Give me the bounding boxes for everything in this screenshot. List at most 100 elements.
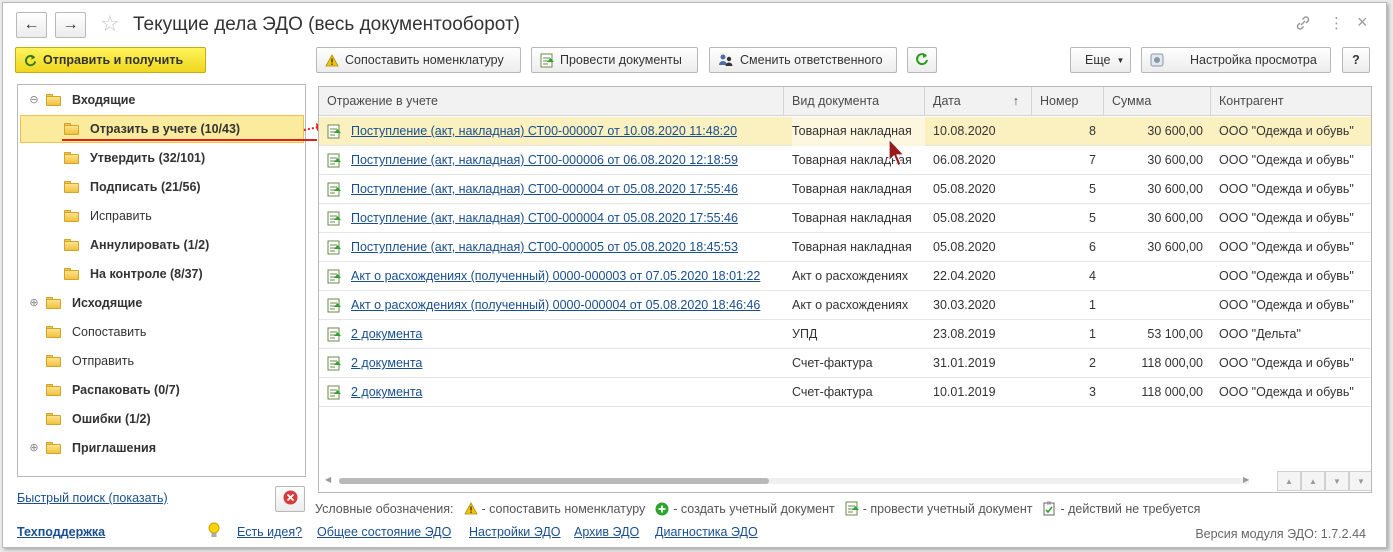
table-row[interactable]: 2 документа Счет-фактура 31.01.2019 2 118 00… bbox=[319, 349, 1371, 378]
tree-item-control[interactable]: На контроле (8/37) bbox=[64, 259, 203, 288]
table-row[interactable]: Акт о расхождениях (полученный) 0000-000… bbox=[319, 262, 1371, 291]
scroll-down-button[interactable]: ▼ bbox=[1325, 471, 1349, 491]
table-row[interactable]: Поступление (акт, накладная) СТ00-000004… bbox=[319, 175, 1371, 204]
post-document-icon bbox=[327, 385, 341, 400]
idea-link[interactable]: Есть идея? bbox=[237, 525, 302, 539]
table-row[interactable]: Поступление (акт, накладная) СТ00-000006… bbox=[319, 146, 1371, 175]
tree-item-label: Приглашения bbox=[72, 440, 156, 455]
doc-link[interactable]: Поступление (акт, накладная) СТ00-000004… bbox=[351, 204, 781, 233]
folder-icon bbox=[46, 354, 62, 367]
doc-link[interactable]: 2 документа bbox=[351, 378, 781, 407]
doc-sum: 118 000,00 bbox=[1141, 385, 1203, 399]
doc-sum bbox=[1104, 291, 1203, 320]
doc-sum: 118 000,00 bbox=[1141, 356, 1203, 370]
edo-diagnostics-link[interactable]: Диагностика ЭДО bbox=[655, 525, 758, 539]
scroll-up-button[interactable]: ▲ bbox=[1301, 471, 1325, 491]
tree-item-match[interactable]: Сопоставить bbox=[46, 317, 146, 346]
back-button[interactable]: ← bbox=[16, 12, 47, 38]
help-button[interactable]: ? bbox=[1342, 47, 1370, 73]
tree-item-fix[interactable]: Исправить bbox=[64, 201, 152, 230]
folder-icon bbox=[46, 325, 62, 338]
column-header-counterparty[interactable]: Контрагент bbox=[1211, 87, 1371, 116]
tree-item-approve[interactable]: Утвердить (32/101) bbox=[64, 143, 205, 172]
counterparty: ООО "Одежда и обувь" bbox=[1219, 153, 1354, 167]
doc-link[interactable]: Поступление (акт, накладная) СТ00-000005… bbox=[351, 233, 781, 262]
forward-button[interactable]: → bbox=[55, 12, 86, 38]
match-nomenclature-button[interactable]: Сопоставить номенклатуру bbox=[316, 47, 521, 73]
table-row[interactable]: 2 документа Счет-фактура 10.01.2019 3 118 00… bbox=[319, 378, 1371, 407]
doc-date: 05.08.2020 bbox=[933, 240, 996, 254]
column-header-reflection[interactable]: Отражение в учете bbox=[319, 87, 784, 116]
folder-icon bbox=[64, 238, 80, 251]
post-documents-button[interactable]: Провести документы bbox=[531, 47, 698, 73]
table-row[interactable]: Поступление (акт, накладная) СТ00-000004… bbox=[319, 204, 1371, 233]
table-row[interactable]: Акт о расхождениях (полученный) 0000-000… bbox=[319, 291, 1371, 320]
tree-item-outgoing[interactable]: Исходящие bbox=[46, 288, 142, 317]
quick-search-link[interactable]: Быстрый поиск (показать) bbox=[17, 491, 168, 505]
tree-item-reflect-accounting[interactable]: Отразить в учете (10/43) bbox=[64, 114, 240, 143]
tree-item-errors[interactable]: Ошибки (1/2) bbox=[46, 404, 151, 433]
scroll-thumb[interactable] bbox=[339, 478, 769, 484]
more-menu-icon[interactable]: ⋮ bbox=[1329, 15, 1344, 33]
change-responsible-button[interactable]: Сменить ответственного bbox=[709, 47, 897, 73]
doc-link[interactable]: 2 документа bbox=[351, 320, 781, 349]
refresh-icon bbox=[24, 54, 37, 67]
doc-number: 3 bbox=[1089, 385, 1096, 399]
column-header-date[interactable]: Дата ↑ bbox=[925, 87, 1032, 116]
doc-sum bbox=[1104, 262, 1203, 291]
tree-item-incoming[interactable]: Входящие bbox=[46, 85, 135, 114]
edo-status-link[interactable]: Общее состояние ЭДО bbox=[317, 525, 451, 539]
tree-item-annul[interactable]: Аннулировать (1/2) bbox=[64, 230, 209, 259]
tree-item-label: Исправить bbox=[90, 208, 152, 223]
tree-item-send[interactable]: Отправить bbox=[46, 346, 134, 375]
scroll-right-icon[interactable]: ▶ bbox=[1243, 475, 1249, 484]
support-link[interactable]: Техподдержка bbox=[17, 525, 105, 539]
view-settings-button[interactable]: Настройка просмотра bbox=[1141, 47, 1331, 73]
sort-asc-icon: ↑ bbox=[1012, 94, 1019, 108]
doc-number: 2 bbox=[1089, 356, 1096, 370]
scroll-left-icon[interactable]: ◀ bbox=[325, 475, 331, 484]
scroll-top-button[interactable]: ▲ bbox=[1277, 471, 1301, 491]
column-header-number[interactable]: Номер bbox=[1032, 87, 1104, 116]
table-row[interactable]: 2 документа УПД 23.08.2019 1 53 100,00 ООО "Д… bbox=[319, 320, 1371, 349]
tree-item-invitations[interactable]: Приглашения bbox=[46, 433, 156, 462]
folder-icon bbox=[64, 180, 80, 193]
more-label: Еще bbox=[1085, 53, 1111, 67]
expand-icon[interactable]: ⊕ bbox=[29, 443, 39, 454]
edo-archive-link[interactable]: Архив ЭДО bbox=[574, 525, 639, 539]
clear-filter-button[interactable] bbox=[275, 486, 305, 512]
column-header-doc-type[interactable]: Вид документа bbox=[784, 87, 925, 116]
warning-icon bbox=[325, 53, 339, 67]
counterparty: ООО "Одежда и обувь" bbox=[1219, 356, 1354, 370]
doc-type: Акт о расхождениях bbox=[792, 269, 909, 283]
doc-type: Товарная накладная bbox=[792, 211, 912, 225]
link-icon[interactable] bbox=[1295, 15, 1311, 36]
edo-settings-link[interactable]: Настройки ЭДО bbox=[469, 525, 561, 539]
collapse-icon[interactable]: ⊖ bbox=[29, 95, 39, 106]
favorite-star-icon[interactable]: ☆ bbox=[100, 11, 120, 37]
close-icon[interactable]: × bbox=[1357, 13, 1368, 31]
expand-icon[interactable]: ⊕ bbox=[29, 298, 39, 309]
doc-link[interactable]: Акт о расхождениях (полученный) 0000-000… bbox=[351, 291, 781, 320]
table-row[interactable]: Поступление (акт, накладная) СТ00-000005… bbox=[319, 233, 1371, 262]
doc-link[interactable]: Поступление (акт, накладная) СТ00-000007… bbox=[351, 117, 781, 146]
doc-date: 06.08.2020 bbox=[933, 153, 996, 167]
send-receive-button[interactable]: Отправить и получить bbox=[15, 47, 206, 73]
counterparty: ООО "Одежда и обувь" bbox=[1219, 124, 1354, 138]
doc-link[interactable]: Поступление (акт, накладная) СТ00-000004… bbox=[351, 175, 781, 204]
table-row[interactable]: Поступление (акт, накладная) СТ00-000007… bbox=[319, 117, 1371, 146]
more-button[interactable]: Еще ▼ bbox=[1070, 47, 1131, 73]
folder-icon bbox=[46, 93, 62, 106]
doc-link[interactable]: 2 документа bbox=[351, 349, 781, 378]
tree-item-label: Подписать (21/56) bbox=[90, 179, 201, 194]
column-header-sum[interactable]: Сумма bbox=[1104, 87, 1211, 116]
doc-link[interactable]: Акт о расхождениях (полученный) 0000-000… bbox=[351, 262, 781, 291]
scroll-bottom-button[interactable]: ▼ bbox=[1349, 471, 1371, 491]
tree-item-sign[interactable]: Подписать (21/56) bbox=[64, 172, 201, 201]
doc-link[interactable]: Поступление (акт, накладная) СТ00-000006… bbox=[351, 146, 781, 175]
tree-item-unpack[interactable]: Распаковать (0/7) bbox=[46, 375, 180, 404]
horizontal-scrollbar[interactable]: ◀ ▶ ▲ ▲ ▼ ▼ bbox=[319, 470, 1371, 492]
post-documents-label: Провести документы bbox=[560, 53, 682, 67]
refresh-button[interactable] bbox=[907, 47, 937, 73]
doc-type: Счет-фактура bbox=[792, 385, 873, 399]
